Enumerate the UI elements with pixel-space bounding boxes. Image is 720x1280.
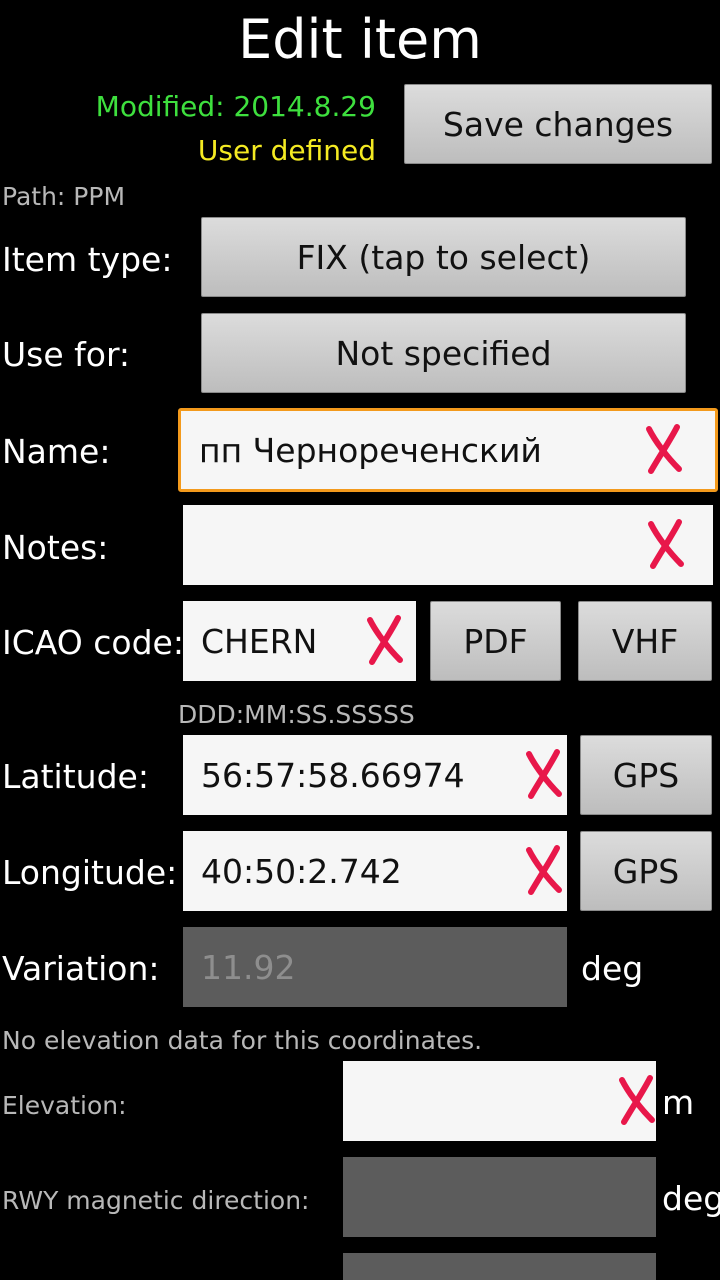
latitude-field[interactable]: 56:57:58.66974: [183, 735, 567, 815]
use-for-label: Use for:: [2, 335, 131, 374]
elevation-label: Elevation:: [2, 1091, 127, 1120]
notes-label: Notes:: [2, 528, 109, 567]
clear-x-icon[interactable]: [641, 423, 685, 477]
coord-format-hint: DDD:MM:SS.SSSSS: [178, 700, 415, 729]
pdf-button[interactable]: PDF: [430, 601, 561, 681]
modified-date: Modified: 2014.8.29: [95, 90, 376, 123]
clear-x-icon[interactable]: [614, 1074, 658, 1128]
icao-label: ICAO code:: [2, 623, 184, 662]
longitude-field[interactable]: 40:50:2.742: [183, 831, 567, 911]
path-text: Path: PPM: [2, 182, 126, 211]
use-for-button[interactable]: Not specified: [201, 313, 686, 393]
clear-x-icon[interactable]: [521, 844, 565, 898]
item-type-label: Item type:: [2, 240, 173, 279]
item-type-button[interactable]: FIX (tap to select): [201, 217, 686, 297]
elevation-unit: m: [662, 1083, 695, 1122]
variation-field-value: 11.92: [201, 947, 296, 987]
icao-field-value: CHERN: [201, 621, 318, 661]
clear-x-icon[interactable]: [643, 518, 687, 572]
longitude-field-value: 40:50:2.742: [201, 851, 402, 891]
page-title: Edit item: [238, 8, 482, 71]
icao-field[interactable]: CHERN: [183, 601, 416, 681]
next-field-partial[interactable]: [343, 1253, 656, 1280]
elevation-field[interactable]: [343, 1061, 656, 1141]
longitude-label: Longitude:: [2, 853, 178, 892]
rwy-direction-unit: deg: [662, 1179, 720, 1218]
elevation-note: No elevation data for this coordinates.: [2, 1026, 483, 1055]
source-status: User defined: [197, 134, 376, 167]
latitude-label: Latitude:: [2, 757, 149, 796]
longitude-gps-button[interactable]: GPS: [580, 831, 712, 911]
rwy-direction-label: RWY magnetic direction:: [2, 1186, 310, 1215]
save-changes-button[interactable]: Save changes: [404, 84, 712, 164]
latitude-field-value: 56:57:58.66974: [201, 755, 465, 795]
clear-x-icon[interactable]: [521, 748, 565, 802]
variation-field: 11.92: [183, 927, 567, 1007]
variation-unit: deg: [581, 949, 644, 988]
notes-field[interactable]: [183, 505, 713, 585]
name-field[interactable]: пп Чернореченский: [178, 408, 718, 492]
name-label: Name:: [2, 432, 111, 471]
rwy-direction-field[interactable]: [343, 1157, 656, 1237]
vhf-button[interactable]: VHF: [578, 601, 712, 681]
variation-label: Variation:: [2, 949, 160, 988]
clear-x-icon[interactable]: [362, 614, 406, 668]
name-field-value: пп Чернореченский: [199, 430, 542, 470]
latitude-gps-button[interactable]: GPS: [580, 735, 712, 815]
